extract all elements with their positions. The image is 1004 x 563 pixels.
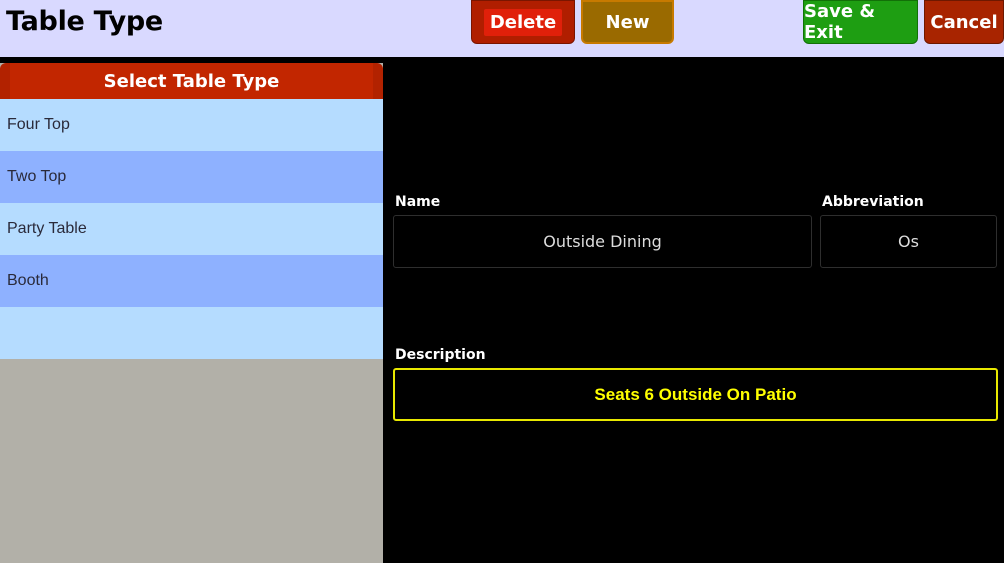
name-field[interactable]: Outside Dining [393, 215, 812, 268]
abbreviation-label: Abbreviation [822, 194, 924, 210]
list-header: Select Table Type [0, 63, 383, 99]
description-label: Description [395, 347, 486, 363]
table-type-list: Four Top Two Top Party Table Booth [0, 99, 383, 359]
cancel-button[interactable]: Cancel [924, 0, 1004, 44]
header-bar: Table Type Delete New Save & Exit Cancel [0, 0, 1004, 57]
list-item-party-table[interactable]: Party Table [0, 203, 383, 255]
save-exit-button[interactable]: Save & Exit [803, 0, 918, 44]
table-type-screen: Table Type Delete New Save & Exit Cancel… [0, 0, 1004, 563]
new-button[interactable]: New [581, 0, 674, 44]
abbreviation-field[interactable]: Os [820, 215, 997, 268]
list-heading: Select Table Type [10, 63, 373, 99]
page-title: Table Type [6, 6, 163, 37]
list-item-two-top[interactable]: Two Top [0, 151, 383, 203]
delete-button-label: Delete [483, 8, 563, 36]
list-item-four-top[interactable]: Four Top [0, 99, 383, 151]
name-label: Name [395, 194, 441, 210]
list-item-empty[interactable] [0, 307, 383, 359]
table-type-list-panel: Select Table Type Four Top Two Top Party… [0, 63, 383, 563]
description-field[interactable]: Seats 6 Outside On Patio [393, 368, 998, 421]
delete-button[interactable]: Delete [471, 0, 575, 44]
list-item-booth[interactable]: Booth [0, 255, 383, 307]
